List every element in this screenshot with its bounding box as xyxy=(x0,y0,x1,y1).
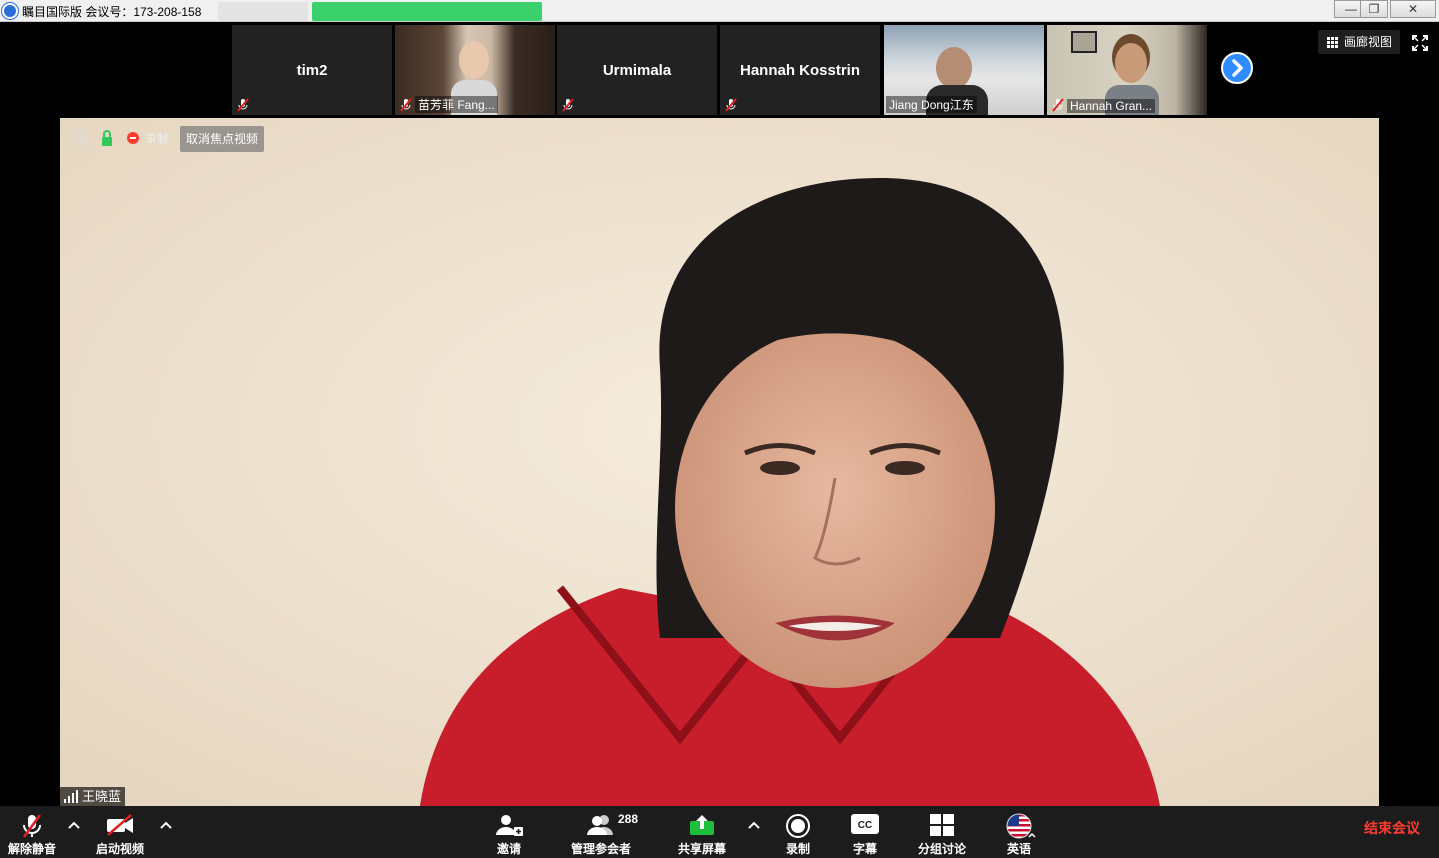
participant-strip: tim2 苗芳菲 Fang... Urmimala Hannah Kosstri… xyxy=(0,22,1439,118)
participants-count-badge: 288 xyxy=(618,812,639,826)
background-tab-active[interactable] xyxy=(312,2,542,21)
share-screen-label: 共享屏幕 xyxy=(677,842,726,856)
unmute-button[interactable]: 解除静音 xyxy=(2,806,62,858)
chevron-up-icon[interactable] xyxy=(1028,832,1036,838)
active-speaker-video[interactable]: 录制 取消焦点视频 王晓蓝 xyxy=(60,118,1379,806)
video-off-icon xyxy=(107,814,133,836)
participant-name: Hannah Kosstrin xyxy=(739,62,860,79)
chevron-up-icon[interactable] xyxy=(747,820,761,830)
svg-text:CC: CC xyxy=(858,820,872,831)
captions-button[interactable]: CC 字幕 xyxy=(842,806,888,858)
chevron-up-icon[interactable] xyxy=(159,820,173,830)
muted-microphone-icon xyxy=(22,814,42,838)
record-icon xyxy=(127,132,139,144)
participant-face xyxy=(459,41,489,79)
restore-button[interactable]: ❐ xyxy=(1360,0,1388,18)
record-label: 录制 xyxy=(785,842,810,856)
participant-name: Urmimala xyxy=(602,62,672,79)
signal-bars-icon xyxy=(64,790,78,803)
muted-mic-icon xyxy=(400,98,412,112)
participant-face xyxy=(1115,43,1147,83)
unmute-label: 解除静音 xyxy=(7,842,56,856)
breakout-rooms-label: 分组讨论 xyxy=(917,842,966,856)
share-screen-button[interactable]: 共享屏幕 xyxy=(672,806,732,858)
record-icon xyxy=(786,814,810,838)
participant-name: Jiang Dong江东 xyxy=(886,96,977,113)
fullscreen-icon[interactable] xyxy=(1412,35,1428,51)
next-page-button[interactable] xyxy=(1221,52,1253,84)
participant-name: tim2 xyxy=(296,62,328,79)
participant-video-tile[interactable]: Hannah Gran... xyxy=(1047,25,1207,115)
speaker-video-frame xyxy=(60,118,1379,806)
add-user-icon xyxy=(496,815,523,836)
participant-tile[interactable]: Hannah Kosstrin xyxy=(720,25,880,115)
participant-tile[interactable]: tim2 xyxy=(232,25,392,115)
start-video-label: 启动视频 xyxy=(95,842,144,856)
wall-picture xyxy=(1071,31,1097,53)
meeting-status-icons: 录制 xyxy=(74,130,174,150)
record-button[interactable]: 录制 xyxy=(772,806,824,858)
breakout-rooms-button[interactable]: 分组讨论 xyxy=(912,806,972,858)
unfocus-video-button[interactable]: 取消焦点视频 xyxy=(180,126,265,152)
end-meeting-button[interactable]: 结束会议 xyxy=(1364,818,1420,838)
participants-icon xyxy=(587,815,613,835)
participants-button[interactable]: 288 管理参会者 xyxy=(566,806,639,858)
chevron-up-icon[interactable] xyxy=(67,820,81,830)
participant-video-tile[interactable]: 苗芳菲 Fang... xyxy=(395,25,555,115)
recording-label: 录制 xyxy=(146,133,168,145)
lock-icon xyxy=(102,130,112,146)
background-tab[interactable] xyxy=(218,2,308,21)
participant-name: Hannah Gran... xyxy=(1067,99,1156,113)
title-bar: 瞩目国际版 会议号：173-208-158 — ❐ ✕ xyxy=(0,0,1439,22)
participant-face xyxy=(936,47,972,89)
language-label: 英语 xyxy=(1006,842,1031,856)
chevron-right-icon xyxy=(1232,59,1243,77)
closed-captions-icon: CC xyxy=(851,814,879,834)
info-icon xyxy=(74,131,88,145)
gallery-view-label: 画廊视图 xyxy=(1344,35,1393,49)
share-screen-icon xyxy=(690,815,714,835)
app-logo-icon xyxy=(2,3,18,19)
participant-name: 苗芳菲 Fang... xyxy=(415,96,498,113)
participant-video-tile[interactable]: Jiang Dong江东 xyxy=(884,25,1044,115)
participants-label: 管理参会者 xyxy=(570,842,631,856)
muted-mic-icon xyxy=(562,98,574,112)
grid-icon xyxy=(1327,37,1338,48)
captions-label: 字幕 xyxy=(852,842,877,856)
meeting-toolbar: 解除静音 启动视频 邀请 288 管理参会者 共享屏幕 录制 CC 字幕 分组讨… xyxy=(0,806,1439,858)
invite-button[interactable]: 邀请 xyxy=(480,806,538,858)
gallery-view-button[interactable]: 画廊视图 xyxy=(1318,30,1400,54)
muted-mic-icon xyxy=(1052,98,1064,112)
speaker-name-tag: 王晓蓝 xyxy=(60,787,126,806)
close-button[interactable]: ✕ xyxy=(1390,0,1436,18)
muted-mic-icon xyxy=(237,98,249,112)
window-title: 瞩目国际版 会议号：173-208-158 xyxy=(22,5,202,19)
muted-mic-icon xyxy=(725,98,737,112)
start-video-button[interactable]: 启动视频 xyxy=(90,806,150,858)
speaker-name: 王晓蓝 xyxy=(82,789,122,804)
breakout-rooms-icon xyxy=(930,814,954,836)
language-button[interactable]: 英语 xyxy=(996,806,1042,858)
participant-tile[interactable]: Urmimala xyxy=(557,25,717,115)
invite-label: 邀请 xyxy=(496,842,521,856)
